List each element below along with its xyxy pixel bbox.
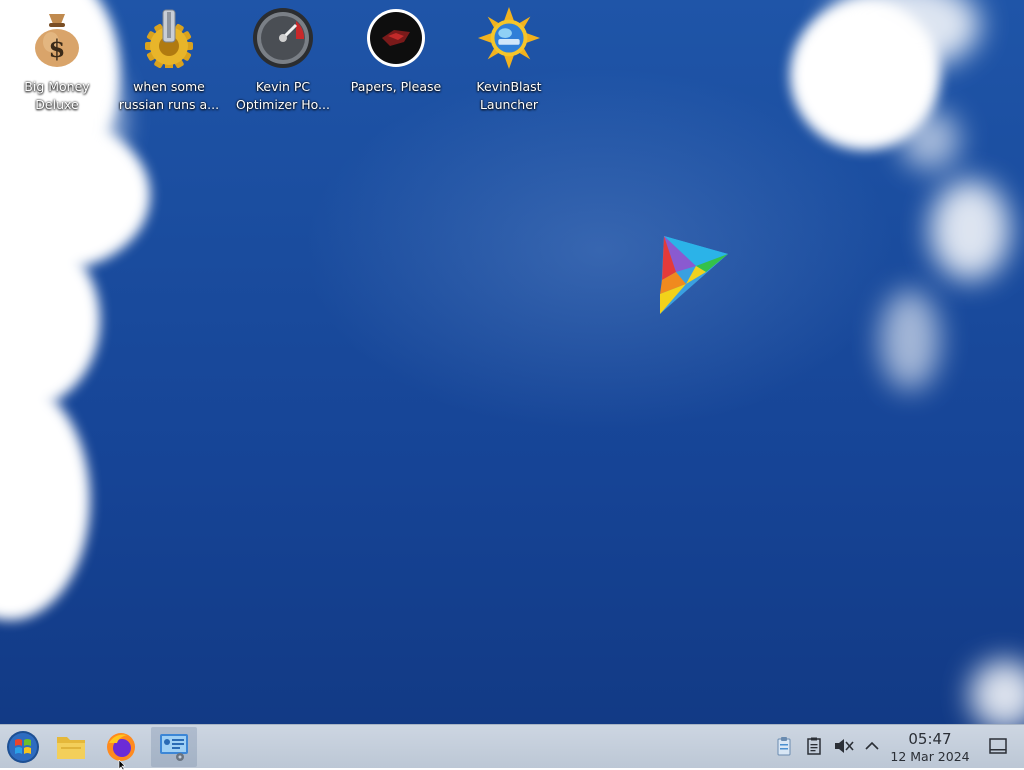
- gear-icon: [137, 6, 201, 70]
- windows-orb-icon: [7, 731, 39, 763]
- taskbar: 05:47 12 Mar 2024: [0, 724, 1024, 770]
- taskbar-file-manager[interactable]: [48, 727, 94, 767]
- show-desktop-button[interactable]: [987, 735, 1009, 757]
- chevron-up-icon: [865, 741, 879, 750]
- notes-icon: [807, 737, 821, 755]
- firefox-icon: [107, 733, 135, 761]
- desktop-icon-label: KevinBlast Launcher: [476, 79, 542, 112]
- system-settings-icon: [160, 734, 188, 761]
- volume-tray-icon[interactable]: [833, 735, 855, 757]
- notes-tray-icon[interactable]: [803, 735, 825, 757]
- clock-date: 12 Mar 2024: [890, 749, 970, 764]
- speaker-muted-icon: [835, 739, 854, 753]
- desktop-icon-when-some-russian[interactable]: when some russian runs a...: [114, 6, 224, 118]
- cloud: [880, 290, 940, 390]
- taskbar-system-info[interactable]: [151, 727, 197, 767]
- kite-image: [660, 236, 728, 314]
- papers-please-icon: [364, 6, 428, 70]
- desktop-icon-kevinblast-launcher[interactable]: KevinBlast Launcher: [454, 6, 564, 118]
- clock[interactable]: 05:47 12 Mar 2024: [884, 727, 976, 767]
- show-hidden-tray-button[interactable]: [861, 735, 883, 757]
- desktop-icon-label: when some russian runs a...: [118, 79, 220, 112]
- show-desktop-icon: [989, 738, 1007, 754]
- mouse-cursor-icon: [118, 760, 126, 770]
- speedometer-icon: [251, 6, 315, 70]
- svg-text:$: $: [49, 34, 66, 63]
- clock-time: 05:47: [908, 730, 952, 748]
- start-menu-button[interactable]: [0, 727, 46, 767]
- desktop-icon-big-money-deluxe[interactable]: $ Big Money Deluxe: [2, 6, 112, 118]
- cloud: [930, 180, 1010, 280]
- cloud: [970, 660, 1024, 724]
- clipboard-icon: [777, 737, 791, 756]
- money-bag-icon: $: [25, 6, 89, 70]
- cloud: [0, 380, 90, 620]
- cloud: [900, 110, 960, 170]
- sun-globe-icon: [477, 6, 541, 70]
- desktop-icon-papers-please[interactable]: Papers, Please: [341, 6, 451, 118]
- folder-icon: [57, 737, 85, 759]
- clipboard-tray-icon[interactable]: [773, 735, 795, 757]
- desktop-wallpaper: $ Big Money Deluxe when some russian run…: [0, 0, 1024, 724]
- desktop-icon-label: Papers, Please: [350, 79, 442, 94]
- desktop-icon-label: Big Money Deluxe: [24, 79, 90, 112]
- desktop-icon-kevin-pc-optimizer[interactable]: Kevin PC Optimizer Ho...: [228, 6, 338, 118]
- desktop-icon-label: Kevin PC Optimizer Ho...: [236, 79, 330, 112]
